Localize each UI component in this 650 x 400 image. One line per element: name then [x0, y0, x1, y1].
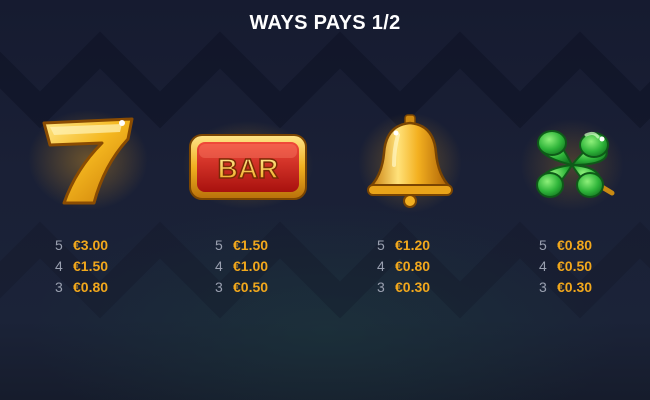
match-count: 4 — [539, 258, 547, 274]
pay-amount: €1.50 — [233, 237, 269, 253]
pay-row: 4 €0.50 — [539, 256, 649, 277]
match-count: 3 — [377, 279, 385, 295]
paytable-column-clover: 5 €0.80 4 €0.50 3 €0.30 — [502, 105, 642, 305]
seven-icon — [18, 105, 158, 215]
paytable-column-bar: BAR 5 €1.50 4 €1.00 3 €0.50 — [178, 105, 318, 305]
pay-amount: €0.30 — [395, 279, 431, 295]
match-count: 4 — [55, 258, 63, 274]
pay-row: 5 €1.20 — [377, 235, 487, 256]
pay-amount: €0.80 — [73, 279, 109, 295]
pay-amount: €1.20 — [395, 237, 431, 253]
match-count: 5 — [377, 237, 385, 253]
pay-row: 3 €0.80 — [55, 277, 165, 298]
bar-symbol-label: BAR — [218, 153, 279, 184]
match-count: 5 — [215, 237, 223, 253]
match-count: 5 — [55, 237, 63, 253]
pay-amount: €0.80 — [395, 258, 431, 274]
match-count: 4 — [215, 258, 223, 274]
match-count: 4 — [377, 258, 385, 274]
pay-row: 3 €0.50 — [215, 277, 325, 298]
pay-list: 5 €0.80 4 €0.50 3 €0.30 — [539, 235, 649, 298]
match-count: 5 — [539, 237, 547, 253]
pay-amount: €0.50 — [233, 279, 269, 295]
match-count: 3 — [215, 279, 223, 295]
pay-list: 5 €1.50 4 €1.00 3 €0.50 — [215, 235, 325, 298]
pay-row: 5 €3.00 — [55, 235, 165, 256]
four-leaf-clover-icon — [502, 105, 642, 215]
pay-row: 3 €0.30 — [539, 277, 649, 298]
pay-row: 5 €0.80 — [539, 235, 649, 256]
pay-amount: €1.50 — [73, 258, 109, 274]
paytable-column-bell: 5 €1.20 4 €0.80 3 €0.30 — [340, 105, 480, 305]
bell-icon — [340, 105, 480, 215]
pay-row: 5 €1.50 — [215, 235, 325, 256]
pay-amount: €0.80 — [557, 237, 593, 253]
pay-list: 5 €1.20 4 €0.80 3 €0.30 — [377, 235, 487, 298]
pay-row: 4 €1.50 — [55, 256, 165, 277]
pay-amount: €1.00 — [233, 258, 269, 274]
bar-icon: BAR — [178, 105, 318, 215]
match-count: 3 — [55, 279, 63, 295]
pay-amount: €3.00 — [73, 237, 109, 253]
pay-row: 4 €0.80 — [377, 256, 487, 277]
pay-list: 5 €3.00 4 €1.50 3 €0.80 — [55, 235, 165, 298]
match-count: 3 — [539, 279, 547, 295]
pay-row: 4 €1.00 — [215, 256, 325, 277]
pay-amount: €0.30 — [557, 279, 593, 295]
pay-amount: €0.50 — [557, 258, 593, 274]
page-title: WAYS PAYS 1/2 — [249, 12, 401, 34]
paytable-column-seven: 5 €3.00 4 €1.50 3 €0.80 — [18, 105, 158, 305]
pay-row: 3 €0.30 — [377, 277, 487, 298]
